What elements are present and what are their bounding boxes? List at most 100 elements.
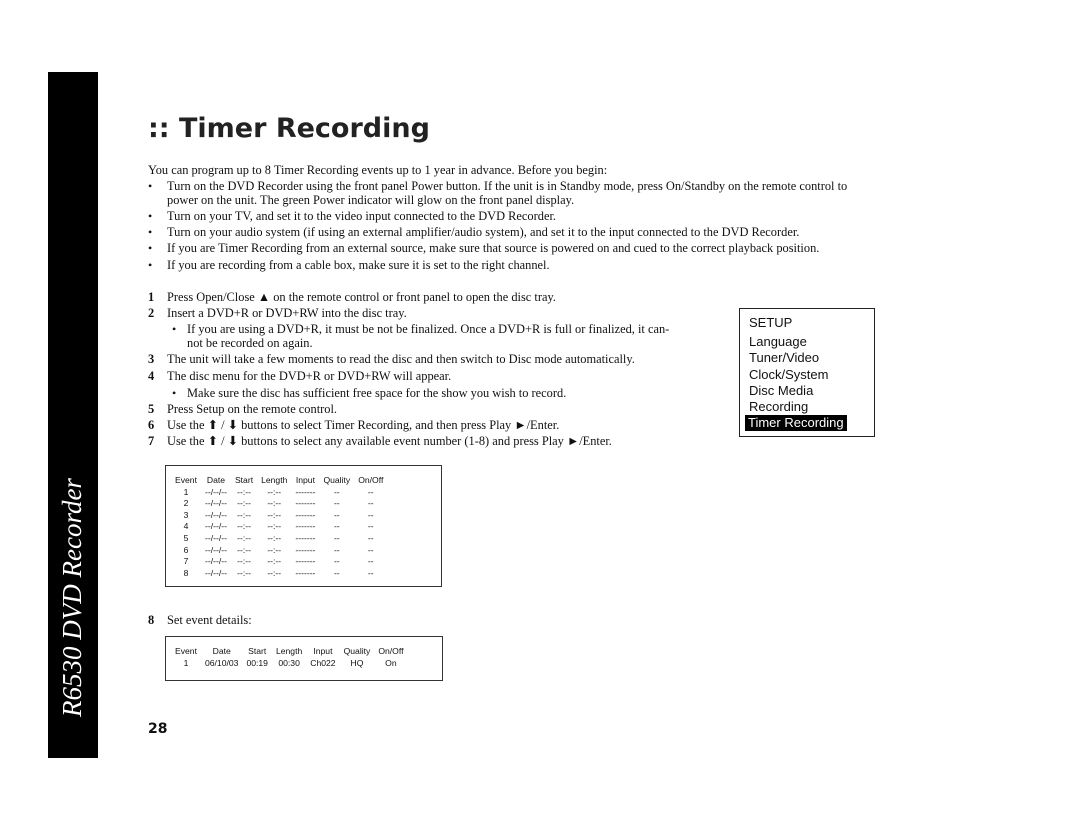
table-row[interactable]: 1 --/--/-- --:-- --:-- ------- -- -- bbox=[171, 487, 387, 499]
table-row[interactable]: 5 --/--/-- --:-- --:-- ------- -- -- bbox=[171, 533, 387, 545]
table-cell: --/--/-- bbox=[204, 567, 227, 578]
table-cell: ------- bbox=[295, 498, 316, 509]
step-text: Press Open/Close ▲ on the remote control… bbox=[167, 290, 556, 304]
table-cell: ------- bbox=[295, 486, 316, 497]
table-cell: On bbox=[385, 657, 397, 668]
bullet-icon: • bbox=[148, 179, 153, 193]
page-title: :: Timer Recording bbox=[148, 113, 430, 144]
table-row[interactable]: 3 --/--/-- --:-- --:-- ------- -- -- bbox=[171, 510, 387, 522]
bullet-icon: • bbox=[172, 386, 177, 400]
table-cell: 6 bbox=[183, 544, 189, 555]
step-number: 6 bbox=[148, 418, 155, 432]
table-row[interactable]: 6 --/--/-- --:-- --:-- ------- -- -- bbox=[171, 545, 387, 557]
table-cell: ------- bbox=[295, 544, 316, 555]
column-header: Length bbox=[261, 475, 288, 485]
table-cell: -- bbox=[333, 567, 340, 578]
step-text: Insert a DVD+R or DVD+RW into the disc t… bbox=[167, 306, 407, 320]
table-cell: -- bbox=[367, 521, 374, 532]
table-cell: 00:30 bbox=[278, 657, 300, 668]
column-header: Input bbox=[295, 475, 315, 485]
bullet-icon: • bbox=[148, 209, 153, 223]
table-cell: 7 bbox=[183, 556, 189, 567]
table-cell: -- bbox=[333, 556, 340, 567]
column-header: Quality bbox=[323, 475, 351, 485]
column-header: Length bbox=[275, 646, 303, 656]
column-header: On/Off bbox=[358, 475, 384, 485]
table-cell: -- bbox=[367, 556, 374, 567]
table-cell: --:-- bbox=[237, 532, 251, 543]
menu-item-timer-recording[interactable]: Timer Recording bbox=[745, 415, 847, 431]
table-row[interactable]: 2 --/--/-- --:-- --:-- ------- -- -- bbox=[171, 498, 387, 510]
bullet-text: If you are recording from a cable box, m… bbox=[167, 258, 550, 272]
table-cell: --:-- bbox=[267, 509, 282, 520]
table-cell: --:-- bbox=[237, 556, 251, 567]
table-cell: -- bbox=[367, 509, 374, 520]
menu-item-clock-system[interactable]: Clock/System bbox=[749, 367, 828, 383]
bullet-text: Turn on your audio system (if using an e… bbox=[167, 225, 800, 239]
table-cell: ------- bbox=[295, 567, 316, 578]
step-number: 3 bbox=[148, 352, 155, 366]
bullet-icon: • bbox=[148, 241, 153, 255]
table-row[interactable]: 1 06/10/03 00:19 00:30 Ch022 HQ On bbox=[171, 658, 407, 670]
table-cell: --:-- bbox=[267, 544, 282, 555]
table-cell: 3 bbox=[183, 509, 189, 520]
table-cell: --:-- bbox=[237, 567, 251, 578]
table-cell: HQ bbox=[350, 657, 364, 668]
table-row[interactable]: 4 --/--/-- --:-- --:-- ------- -- -- bbox=[171, 521, 387, 533]
intro-text: You can program up to 8 Timer Recording … bbox=[148, 163, 608, 177]
menu-item-language[interactable]: Language bbox=[749, 334, 807, 350]
table-cell: --:-- bbox=[267, 521, 282, 532]
table-cell: --/--/-- bbox=[204, 521, 227, 532]
table-cell: --/--/-- bbox=[204, 532, 227, 543]
table-cell: 4 bbox=[183, 521, 189, 532]
table-cell: --:-- bbox=[237, 521, 251, 532]
step-number: 8 bbox=[148, 613, 155, 627]
sidebar-band: R6530 DVD Recorder bbox=[48, 72, 98, 758]
column-header: Event bbox=[175, 475, 197, 485]
bullet-text: If you are Timer Recording from an exter… bbox=[167, 241, 820, 255]
table-cell: --:-- bbox=[267, 532, 282, 543]
bullet-text: power on the unit. The green Power indic… bbox=[167, 193, 575, 207]
event-detail-table: Event Date Start Length Input Quality On/Off 1 0… bbox=[165, 636, 443, 681]
table-cell: --:-- bbox=[267, 567, 282, 578]
menu-item-recording[interactable]: Recording bbox=[749, 399, 808, 415]
bullet-icon: • bbox=[148, 258, 153, 272]
table-cell: 00:19 bbox=[246, 657, 268, 668]
table-cell: -- bbox=[367, 544, 374, 555]
step-text: The disc menu for the DVD+R or DVD+RW wi… bbox=[167, 369, 452, 383]
table-row[interactable]: 7 --/--/-- --:-- --:-- ------- -- -- bbox=[171, 556, 387, 568]
menu-item-tuner-video[interactable]: Tuner/Video bbox=[749, 350, 819, 366]
step-text: Press Setup on the remote control. bbox=[167, 402, 337, 416]
table-header-row: Event Date Start Length Input Quality On/Off bbox=[171, 646, 407, 658]
product-name: R6530 DVD Recorder bbox=[57, 478, 87, 717]
table-cell: -- bbox=[367, 532, 374, 543]
table-row[interactable]: 8 --/--/-- --:-- --:-- ------- -- -- bbox=[171, 568, 387, 580]
setup-menu-title: SETUP bbox=[749, 315, 793, 330]
step-text: not be recorded on again. bbox=[187, 336, 313, 350]
table-cell: ------- bbox=[295, 509, 316, 520]
table-cell: -- bbox=[333, 498, 340, 509]
table-cell: --/--/-- bbox=[204, 509, 227, 520]
step-number: 5 bbox=[148, 402, 155, 416]
table-cell: 5 bbox=[183, 532, 189, 543]
table-cell: -- bbox=[333, 486, 340, 497]
table-cell: -- bbox=[333, 532, 340, 543]
table-cell: --:-- bbox=[267, 486, 282, 497]
page-number: 28 bbox=[148, 721, 168, 737]
column-header: Start bbox=[234, 475, 254, 485]
column-header: Input bbox=[313, 646, 333, 656]
table-header-row: Event Date Start Length Input Quality On/Off bbox=[171, 475, 387, 487]
step-text: Make sure the disc has sufficient free s… bbox=[187, 386, 567, 400]
menu-item-disc-media[interactable]: Disc Media bbox=[749, 383, 813, 399]
table-cell: --/--/-- bbox=[204, 556, 227, 567]
table-cell: 06/10/03 bbox=[204, 657, 239, 668]
event-list-table: Event Date Start Length Input Quality On/Off 1 -… bbox=[165, 465, 442, 587]
step-text: If you are using a DVD+R, it must be not… bbox=[187, 322, 670, 336]
table-cell: --:-- bbox=[267, 498, 282, 509]
table-cell: --:-- bbox=[267, 556, 282, 567]
column-header: Quality bbox=[343, 646, 371, 656]
table-cell: --:-- bbox=[237, 509, 251, 520]
step-number: 4 bbox=[148, 369, 155, 383]
column-header: On/Off bbox=[378, 646, 404, 656]
table-cell: --:-- bbox=[237, 498, 251, 509]
